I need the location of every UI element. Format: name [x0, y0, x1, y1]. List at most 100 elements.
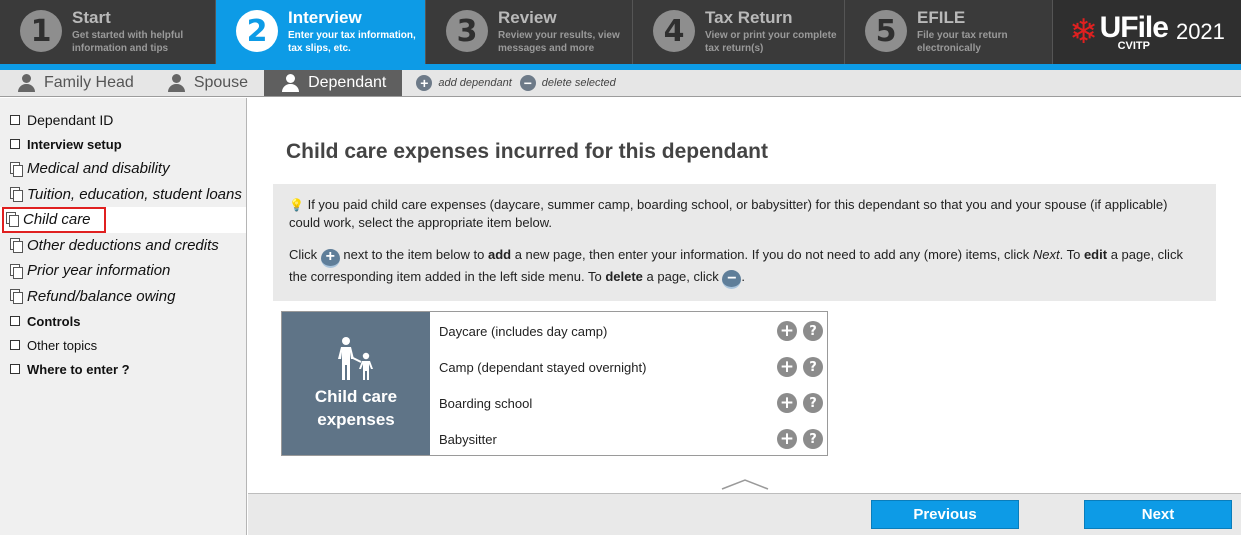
previous-button[interactable]: Previous [871, 500, 1019, 529]
checkbox-icon [10, 364, 20, 374]
step-title: Review [498, 8, 557, 27]
person-icon [282, 74, 300, 92]
card-title: expenses [317, 409, 395, 429]
brand-sub: CVITP [1117, 39, 1150, 52]
sidebar-item-where-to-enter[interactable]: Where to enter ? [0, 357, 246, 381]
add-dependant-button[interactable]: + add dependant [416, 70, 512, 96]
parent-child-icon [338, 336, 373, 380]
step-desc: File your tax return [917, 30, 1008, 41]
info-text: If you paid child care expenses (daycare… [289, 197, 1168, 230]
step-number: 3 [446, 10, 488, 52]
item-label: Camp (dependant stayed overnight) [439, 359, 647, 375]
add-camp-button[interactable]: + [777, 357, 797, 377]
person-tabs: Family Head Spouse Dependant + add depen… [0, 70, 1241, 97]
step-desc: messages and more [498, 43, 595, 54]
step-number: 5 [865, 10, 907, 52]
step-desc: information and tips [72, 43, 169, 54]
step-title: EFILE [917, 8, 966, 27]
minus-icon: − [519, 75, 536, 91]
item-label: Boarding school [439, 395, 533, 411]
page-title: Child care expenses incurred for this de… [286, 140, 768, 163]
card-rows: Daycare (includes day camp) + ? Camp (de… [430, 312, 827, 455]
sidebar-item-tuition[interactable]: Tuition, education, student loans [0, 182, 246, 208]
step-desc: Get started with helpful [72, 30, 184, 41]
list-item: Camp (dependant stayed overnight) + ? [430, 349, 827, 385]
ufile-app: 1 Start Get started with helpful informa… [0, 0, 1241, 535]
add-boarding-school-button[interactable]: + [777, 393, 797, 413]
sidebar-item-other-topics[interactable]: Other topics [0, 333, 246, 357]
item-label: Daycare (includes day camp) [439, 323, 608, 339]
tab-label: Family Head [44, 74, 134, 91]
pages-icon [10, 289, 23, 305]
step-title: Tax Return [705, 8, 793, 27]
step-desc: View or print your complete [705, 30, 837, 41]
step-tax-return[interactable]: 4 Tax Return View or print your complete… [633, 0, 845, 64]
next-button[interactable]: Next [1084, 500, 1232, 529]
child-care-card: Child care expenses Daycare (includes da… [281, 311, 828, 456]
sidebar-item-child-care[interactable]: Child care [0, 206, 246, 233]
help-icon[interactable]: ? [803, 357, 823, 377]
highlight-box: Child care [2, 206, 106, 233]
pages-icon [10, 187, 23, 203]
plus-icon: + [416, 75, 433, 91]
sidebar-item-controls[interactable]: Controls [0, 309, 246, 333]
delete-selected-button[interactable]: − delete selected [519, 70, 616, 96]
sidebar-nav: Dependant ID Interview setup Medical and… [0, 98, 247, 535]
plus-circle-icon: + [320, 248, 340, 268]
checkbox-icon [10, 115, 20, 125]
step-efile[interactable]: 5 EFILE File your tax return electronica… [845, 0, 1053, 64]
sidebar-item-refund-balance[interactable]: Refund/balance owing [0, 284, 246, 310]
step-desc: electronically [917, 43, 981, 54]
step-title: Interview [288, 8, 362, 27]
tab-spouse[interactable]: Spouse [150, 70, 264, 96]
person-icon [18, 74, 35, 92]
maple-leaf-icon: ❄ [1069, 13, 1098, 51]
footer-bar: Previous Next [248, 493, 1241, 535]
sidebar-item-other-deductions[interactable]: Other deductions and credits [0, 233, 246, 259]
brand-year: 2021 [1175, 19, 1225, 44]
person-icon [167, 74, 185, 92]
step-number: 1 [20, 10, 62, 52]
lightbulb-icon: 💡 [289, 198, 304, 212]
help-icon[interactable]: ? [803, 429, 823, 449]
checkbox-icon [10, 139, 20, 149]
list-item: Boarding school + ? [430, 385, 827, 421]
add-daycare-button[interactable]: + [777, 321, 797, 341]
card-header: Child care expenses [282, 312, 430, 455]
brand-name: UFile [1099, 10, 1169, 44]
expand-chevron-up-icon[interactable] [721, 478, 769, 490]
tab-dependant[interactable]: Dependant [264, 70, 403, 96]
add-babysitter-button[interactable]: + [777, 429, 797, 449]
card-title: Child care [314, 386, 398, 406]
pages-icon [10, 238, 23, 254]
pages-icon [6, 212, 19, 228]
sidebar-item-prior-year[interactable]: Prior year information [0, 258, 246, 284]
tab-label: Spouse [193, 74, 249, 91]
list-item: Daycare (includes day camp) + ? [430, 313, 827, 349]
help-icon[interactable]: ? [803, 321, 823, 341]
step-review[interactable]: 3 Review Review your results, view messa… [426, 0, 633, 64]
main-content: Child care expenses incurred for this de… [248, 98, 1241, 493]
step-number: 4 [653, 10, 695, 52]
item-label: Babysitter [439, 431, 497, 447]
tab-label: Dependant [308, 74, 387, 91]
sidebar-item-dependant-id[interactable]: Dependant ID [0, 108, 246, 132]
help-icon[interactable]: ? [803, 393, 823, 413]
tab-family-head[interactable]: Family Head [0, 70, 150, 96]
step-number: 2 [236, 10, 278, 52]
pages-icon [10, 161, 23, 177]
step-desc: Enter your tax information, [288, 30, 416, 41]
checkbox-icon [10, 316, 20, 326]
brand-logo: ❄ UFile CVITP 2021 [1053, 0, 1241, 64]
checkbox-icon [10, 340, 20, 350]
step-interview[interactable]: 2 Interview Enter your tax information, … [216, 0, 426, 64]
pages-icon [10, 263, 23, 279]
sidebar-item-medical-disability[interactable]: Medical and disability [0, 156, 246, 182]
step-start[interactable]: 1 Start Get started with helpful informa… [0, 0, 216, 64]
list-item: Babysitter + ? [430, 421, 827, 457]
step-title: Start [72, 8, 111, 27]
sidebar-item-interview-setup[interactable]: Interview setup [0, 132, 246, 156]
step-desc: tax return(s) [705, 43, 764, 54]
step-desc: Review your results, view [498, 30, 620, 41]
info-box: 💡 If you paid child care expenses (dayca… [273, 184, 1216, 301]
